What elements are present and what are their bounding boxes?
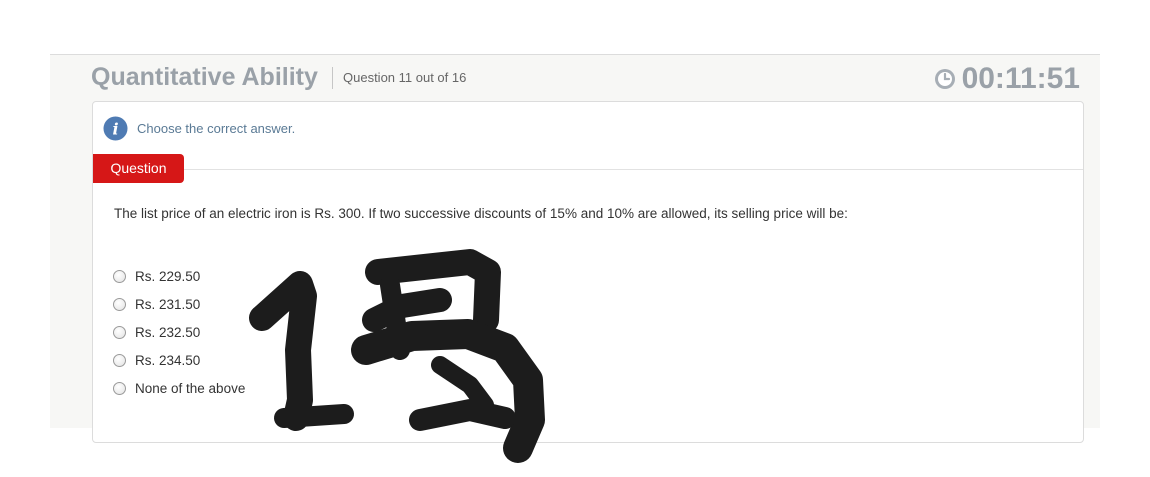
handwritten-scribble-overlay bbox=[249, 249, 545, 463]
